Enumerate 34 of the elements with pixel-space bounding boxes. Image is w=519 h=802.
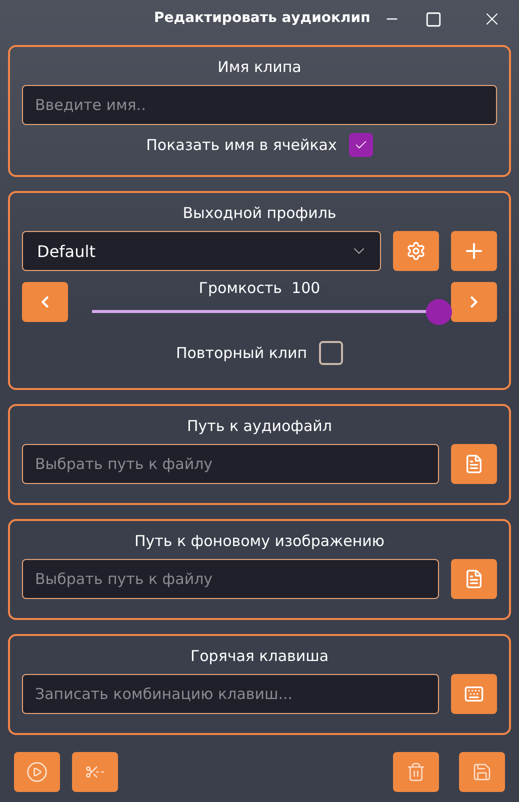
document-icon bbox=[464, 569, 484, 589]
path-field[interactable]: Записать комбинацию клавиш... bbox=[22, 674, 439, 714]
browse-button[interactable] bbox=[451, 444, 497, 484]
section-title: Имя клипа bbox=[216, 57, 302, 77]
settings-icon bbox=[406, 241, 426, 261]
checkbox-label: Показать имя в ячейках bbox=[146, 136, 337, 154]
play-button[interactable] bbox=[14, 752, 60, 792]
section-title: Путь к аудиофайл bbox=[186, 416, 334, 436]
cut-button[interactable] bbox=[72, 752, 118, 792]
trash-icon bbox=[406, 762, 426, 782]
checkbox-label: Повторный клип bbox=[176, 344, 308, 362]
window-title: Редактировать аудиоклип bbox=[154, 10, 370, 26]
name-field[interactable]: Введите имя.. bbox=[22, 85, 497, 125]
delete-button[interactable] bbox=[393, 752, 439, 792]
play-icon bbox=[26, 761, 48, 783]
slider-thumb[interactable] bbox=[426, 299, 452, 325]
volume-label: Громкость 100 bbox=[198, 279, 322, 297]
path-field[interactable]: Выбрать путь к файлу bbox=[22, 444, 439, 484]
profile-dropdown[interactable]: Default bbox=[22, 231, 381, 271]
browse-button[interactable] bbox=[451, 559, 497, 599]
save-button[interactable] bbox=[459, 752, 505, 792]
settings-button[interactable] bbox=[393, 231, 439, 271]
document-icon bbox=[464, 454, 484, 474]
checkbox[interactable] bbox=[319, 341, 344, 365]
section-title: Горячая клавиша bbox=[189, 646, 330, 666]
keyboard-button[interactable] bbox=[451, 674, 497, 714]
path-field[interactable]: Выбрать путь к файлу bbox=[22, 559, 439, 599]
save-icon bbox=[472, 762, 492, 782]
section-title: Выходной профиль bbox=[182, 203, 338, 223]
maximize-icon[interactable] bbox=[425, 11, 442, 28]
add-button[interactable] bbox=[451, 231, 497, 271]
section-title: Путь к фоновому изображению bbox=[133, 531, 386, 551]
checkbox[interactable] bbox=[348, 133, 373, 157]
keyboard-icon bbox=[464, 684, 484, 704]
